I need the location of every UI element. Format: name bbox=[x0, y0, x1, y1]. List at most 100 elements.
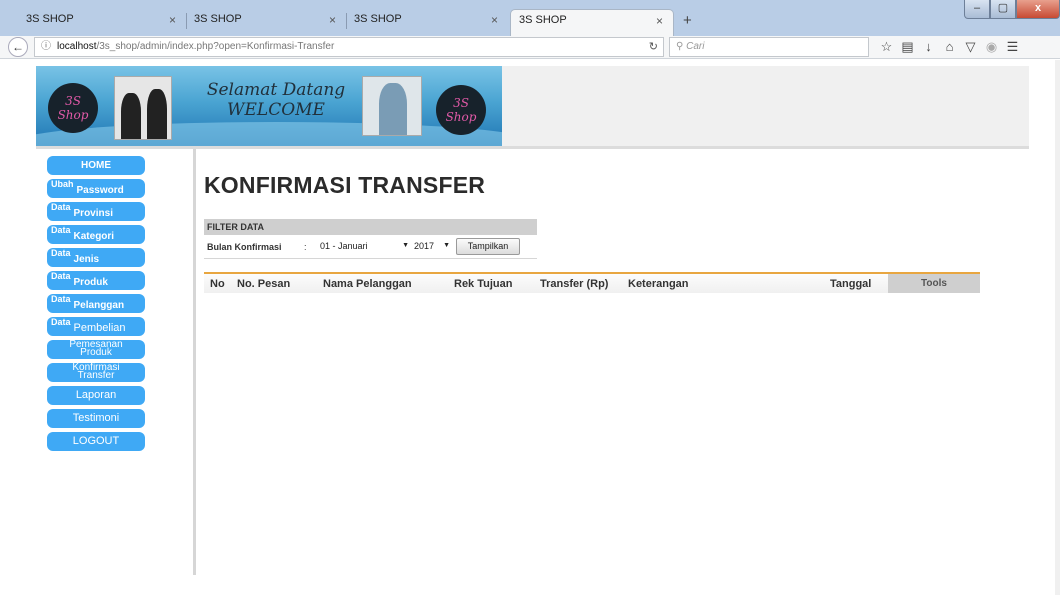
window-controls: – ▢ x bbox=[964, 0, 1060, 20]
search-icon: ⚲ bbox=[676, 41, 684, 52]
toolbar-icons: ☆ ▤ ↓ ⌂ ▽ ◉ ☰ bbox=[876, 39, 1023, 55]
sidebar-item-label: HOME bbox=[81, 160, 111, 171]
close-tab-icon[interactable]: × bbox=[169, 13, 176, 27]
extension-icon[interactable]: ◉ bbox=[981, 39, 1002, 55]
shop-logo-right: 3S Shop bbox=[436, 85, 486, 135]
product-photo-women bbox=[114, 76, 172, 140]
year-select[interactable]: 2017 ▼ bbox=[411, 239, 453, 255]
pocket-icon[interactable]: ▽ bbox=[960, 39, 981, 55]
search-placeholder: Cari bbox=[686, 41, 705, 52]
sidebar-item-label: Transfer bbox=[77, 370, 115, 381]
column-header-no: No bbox=[210, 278, 225, 290]
logo-text-line1: 3S bbox=[65, 94, 81, 108]
sidebar-item-label: Provinsi bbox=[73, 208, 113, 219]
sidebar-item-prefix: Data bbox=[51, 202, 71, 212]
download-icon[interactable]: ↓ bbox=[918, 39, 939, 55]
tab-title: 3S SHOP bbox=[354, 13, 402, 25]
back-icon: ← bbox=[12, 40, 24, 54]
close-tab-icon[interactable]: × bbox=[656, 14, 663, 28]
browser-tab-3[interactable]: 3S SHOP × bbox=[346, 9, 508, 36]
sidebar-item-label: Pelanggan bbox=[73, 300, 125, 311]
sidebar-item-kategori[interactable]: DataKategori bbox=[47, 225, 145, 244]
sidebar-item-pembelian[interactable]: Data Pembelian bbox=[47, 317, 145, 336]
sidebar-item-label: Produk bbox=[73, 277, 108, 288]
tab-title: 3S SHOP bbox=[194, 13, 242, 25]
column-header-no-pesan: No. Pesan bbox=[237, 278, 291, 290]
sidebar-item-jenis[interactable]: DataJenis bbox=[47, 248, 145, 267]
sidebar-item-prefix: Data bbox=[51, 225, 71, 235]
back-button[interactable]: ← bbox=[8, 37, 28, 57]
sidebar-item-password[interactable]: UbahPassword bbox=[47, 179, 145, 198]
minimize-button[interactable]: – bbox=[964, 0, 990, 19]
url-bar[interactable]: ⓘ localhost/3s_shop/admin/index.php?open=… bbox=[34, 37, 664, 57]
sidebar-item-pelanggan[interactable]: DataPelanggan bbox=[47, 294, 145, 313]
filter-header: FILTER DATA bbox=[204, 219, 537, 235]
sidebar-item-prefix: Data bbox=[51, 271, 71, 281]
sidebar-item-provinsi[interactable]: DataProvinsi bbox=[47, 202, 145, 221]
sidebar-item-label: Testimoni bbox=[72, 412, 120, 424]
chevron-down-icon: ▼ bbox=[402, 242, 409, 249]
close-tab-icon[interactable]: × bbox=[491, 13, 498, 27]
product-photo-men bbox=[362, 76, 422, 136]
bookmarks-icon[interactable]: ▤ bbox=[897, 39, 918, 55]
url-host: localhost bbox=[57, 41, 97, 52]
sidebar-item-konfirmasi-transfer[interactable]: Konfirmasi Transfer bbox=[47, 363, 145, 382]
filter-colon: : bbox=[304, 242, 307, 252]
welcome-text: Selamat Datang WELCOME bbox=[196, 80, 356, 120]
column-header-tools: Tools bbox=[888, 274, 980, 293]
column-header-transfer: Transfer (Rp) bbox=[540, 278, 609, 290]
sidebar-item-prefix: Data bbox=[51, 317, 71, 327]
sidebar-item-label: Password bbox=[76, 185, 124, 196]
month-select-value: 01 - Januari bbox=[320, 241, 368, 251]
sidebar-item-prefix: Data bbox=[51, 294, 71, 304]
sidebar-item-testimoni[interactable]: Testimoni bbox=[47, 409, 145, 428]
maximize-button[interactable]: ▢ bbox=[990, 0, 1016, 19]
star-icon[interactable]: ☆ bbox=[876, 39, 897, 55]
sidebar-item-pemesanan-produk[interactable]: Pemesanan Produk bbox=[47, 340, 145, 359]
filter-row: Bulan Konfirmasi : 01 - Januari ▼ 2017 ▼… bbox=[204, 237, 537, 259]
column-header-keterangan: Keterangan bbox=[628, 278, 689, 290]
tab-title: 3S SHOP bbox=[26, 13, 74, 25]
sidebar-divider bbox=[193, 149, 196, 575]
sidebar-item-home[interactable]: HOME bbox=[47, 156, 145, 175]
close-tab-icon[interactable]: × bbox=[329, 13, 336, 27]
show-button[interactable]: Tampilkan bbox=[456, 238, 520, 255]
search-input[interactable]: ⚲ Cari bbox=[669, 37, 869, 57]
welcome-line2: WELCOME bbox=[227, 100, 325, 120]
site-banner: 3S Shop Selamat Datang WELCOME 3S Shop bbox=[36, 66, 502, 146]
banner-wave bbox=[36, 122, 502, 146]
sidebar-item-label: Produk bbox=[80, 347, 112, 358]
url-path: /3s_shop/admin/index.php?open=Konfirmasi… bbox=[96, 41, 335, 52]
sidebar-item-label: Kategori bbox=[73, 231, 115, 242]
close-window-button[interactable]: x bbox=[1016, 0, 1060, 19]
logo-text-line2: Shop bbox=[57, 108, 89, 122]
browser-tab-2[interactable]: 3S SHOP × bbox=[186, 9, 346, 36]
reload-icon[interactable]: ↻ bbox=[649, 38, 658, 56]
sidebar-item-laporan[interactable]: Laporan bbox=[47, 386, 145, 405]
filter-label: Bulan Konfirmasi bbox=[207, 242, 282, 252]
home-icon[interactable]: ⌂ bbox=[939, 39, 960, 55]
browser-tab-1[interactable]: 3S SHOP × bbox=[18, 9, 186, 36]
column-header-tanggal: Tanggal bbox=[830, 278, 872, 290]
sidebar-item-logout[interactable]: LOGOUT bbox=[47, 432, 145, 451]
tab-title: 3S SHOP bbox=[519, 14, 567, 26]
table-header: No No. Pesan Nama Pelanggan Rek Tujuan T… bbox=[204, 272, 980, 293]
sidebar-item-label: LOGOUT bbox=[72, 435, 120, 447]
banner-fill bbox=[502, 66, 1029, 146]
new-tab-button[interactable]: + bbox=[683, 13, 692, 28]
banner-divider bbox=[36, 146, 1029, 149]
sidebar-item-produk[interactable]: DataProduk bbox=[47, 271, 145, 290]
page-scrollbar[interactable] bbox=[1055, 60, 1060, 595]
shop-logo-left: 3S Shop bbox=[48, 83, 98, 133]
year-select-value: 2017 bbox=[414, 241, 435, 251]
sidebar-item-label: Pembelian bbox=[73, 322, 126, 334]
chevron-down-icon: ▼ bbox=[443, 242, 450, 249]
info-icon[interactable]: ⓘ bbox=[41, 41, 51, 52]
sidebar-item-label: Laporan bbox=[75, 389, 117, 401]
menu-icon[interactable]: ☰ bbox=[1002, 39, 1023, 55]
sidebar-item-prefix: Data bbox=[51, 248, 71, 258]
browser-nav-bar: ← ⓘ localhost/3s_shop/admin/index.php?ope… bbox=[0, 36, 1060, 59]
browser-tab-active[interactable]: 3S SHOP × bbox=[510, 9, 674, 36]
month-select[interactable]: 01 - Januari ▼ bbox=[317, 239, 412, 255]
logo-text-line2: Shop bbox=[445, 110, 477, 124]
